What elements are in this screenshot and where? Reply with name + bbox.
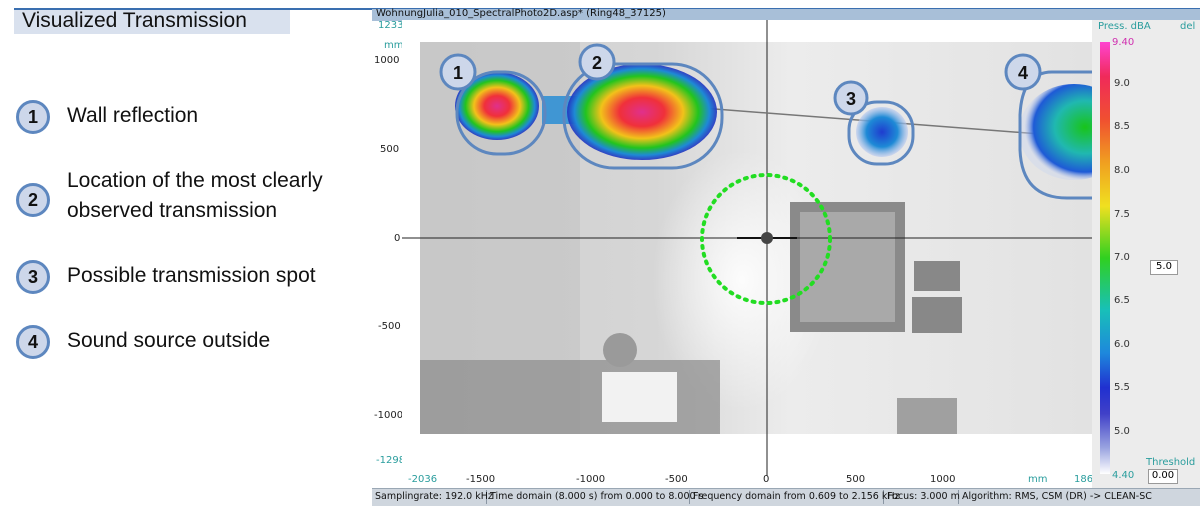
- marker-3-label: 3: [846, 89, 856, 109]
- source-3-hotspot: [856, 107, 908, 157]
- colorbar-tick-7.0: 7.0: [1114, 252, 1130, 263]
- wreath-decoration: [603, 333, 637, 367]
- armchair: [897, 398, 957, 434]
- x-tick-1000: 1000: [930, 474, 956, 485]
- wall-picture-small-2: [912, 297, 962, 333]
- colorbar-tick-5.0: 5.0: [1114, 426, 1130, 437]
- side-table: [602, 372, 677, 422]
- y-tick-0: 0: [394, 233, 401, 244]
- colorbar-tick-9.0: 9.0: [1114, 78, 1130, 89]
- status-time-domain: Time domain (8.000 s) from 0.000 to 8.00…: [487, 490, 704, 504]
- y-tick-500: 500: [380, 144, 400, 155]
- y-tick-1000: 1000: [374, 55, 400, 66]
- colorbar-header-extra: del: [1180, 21, 1196, 32]
- legend-label-4: Sound source outside: [67, 329, 271, 352]
- legend-number-2: 2: [16, 183, 50, 217]
- y-tick-minus500: -500: [378, 321, 401, 332]
- status-bar: Samplingrate: 192.0 kHz Time domain (8.0…: [372, 488, 1200, 506]
- wall-picture-small-1: [914, 261, 960, 291]
- threshold-input[interactable]: 0.00: [1148, 469, 1178, 484]
- x-axis-unit: mm: [1028, 474, 1048, 485]
- marker-1-label: 1: [453, 63, 463, 83]
- colorbar-tick-8.5: 8.5: [1114, 121, 1130, 132]
- x-tick-minus500: -500: [665, 474, 688, 485]
- status-frequency-domain: Frequency domain from 0.609 to 2.156 kHz: [690, 490, 899, 504]
- marker-1: 1: [439, 53, 477, 91]
- y-axis-unit: mm: [384, 40, 404, 51]
- marker-3: 3: [833, 80, 869, 116]
- status-algorithm: Algorithm: RMS, CSM (DR) -> CLEAN-SC: [962, 491, 1152, 502]
- status-focus: Focus: 3.000 m: [884, 490, 960, 504]
- colorbar-gradient: [1100, 42, 1110, 474]
- colorbar-tick-6.5: 6.5: [1114, 295, 1130, 306]
- window-title: WohnungJulia_010_SpectralPhoto2D.asp* (R…: [376, 8, 666, 19]
- legend-number-4: 4: [16, 325, 50, 359]
- crosshair-center: [761, 232, 773, 244]
- colorbar-tick-8.0: 8.0: [1114, 165, 1130, 176]
- marker-4-label: 4: [1018, 63, 1028, 83]
- status-samplingrate: Samplingrate: 192.0 kHz: [372, 490, 493, 504]
- slide-panel: Visualized Transmission 1 Wall reflectio…: [0, 0, 372, 505]
- colorbar-max: 9.40: [1112, 37, 1135, 48]
- marker-2: 2: [578, 43, 616, 81]
- delta-value-box[interactable]: 5.0: [1150, 260, 1178, 275]
- marker-2-label: 2: [592, 53, 602, 73]
- legend-label-3: Possible transmission spot: [67, 264, 316, 287]
- legend-label-2: Location of the most clearly observed tr…: [67, 169, 323, 222]
- acoustic-map-svg: 1 2 3 4: [402, 20, 1129, 476]
- legend-label-1: Wall reflection: [67, 104, 199, 127]
- threshold-label: Threshold: [1146, 457, 1196, 468]
- wall-picture-inner: [800, 212, 895, 322]
- legend-number-3: 3: [16, 260, 50, 294]
- x-tick-minus1500: -1500: [466, 474, 496, 485]
- colorbar-tick-7.5: 7.5: [1114, 209, 1130, 220]
- colorbar-min: 4.40: [1112, 470, 1135, 481]
- colorbar-tick-6.0: 6.0: [1114, 339, 1130, 350]
- x-tick-0: 0: [763, 474, 770, 485]
- legend-number-1: 1: [16, 100, 50, 134]
- y-axis-top: 1233: [378, 20, 404, 31]
- slide-title: Visualized Transmission: [22, 9, 247, 32]
- y-axis-bottom: -1298: [376, 455, 406, 466]
- y-tick-minus1000: -1000: [374, 410, 404, 421]
- acoustic-camera-window: WohnungJulia_010_SpectralPhoto2D.asp* (R…: [372, 8, 1200, 506]
- x-tick-500: 500: [846, 474, 866, 485]
- colorbar-tick-5.5: 5.5: [1114, 382, 1130, 393]
- colorbar-header: Press. dBA: [1098, 21, 1151, 32]
- x-tick-minus1000: -1000: [576, 474, 606, 485]
- marker-4: 4: [1004, 53, 1042, 91]
- acoustic-map-plot[interactable]: 1 2 3 4: [402, 20, 1129, 476]
- colorbar-panel: Press. dBA del 9.40 9.0 8.5 8.0 7.5 7.0 …: [1092, 20, 1200, 488]
- x-axis-left: -2036: [408, 474, 438, 485]
